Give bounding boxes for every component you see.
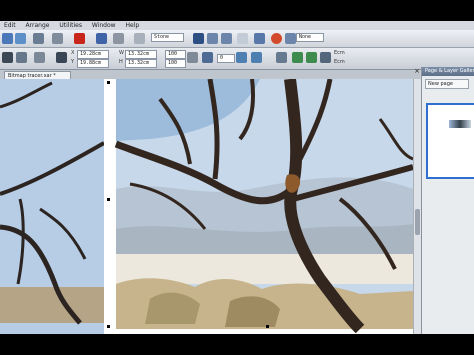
panel-close-icon[interactable]: × xyxy=(413,67,421,76)
drawing-canvas[interactable] xyxy=(0,79,413,334)
x-position-field[interactable]: 19.28cm xyxy=(77,50,109,59)
width-field[interactable]: 13.32cm xyxy=(125,50,157,59)
align-icon[interactable] xyxy=(34,52,45,63)
selection-handle[interactable] xyxy=(107,325,110,328)
zoom-page-icon[interactable] xyxy=(254,33,265,44)
copy-icon[interactable] xyxy=(52,33,63,44)
rotate-icon[interactable] xyxy=(202,52,213,63)
selection-handle[interactable] xyxy=(266,325,269,328)
standard-toolbar: Stone None xyxy=(0,30,474,48)
menu-help[interactable]: Help xyxy=(122,21,144,30)
panel-title: Page & Layer Gallery xyxy=(422,67,474,76)
menu-utilities[interactable]: Utilities xyxy=(55,21,86,30)
undo-icon[interactable] xyxy=(96,33,107,44)
text-option-2-label: Ecm xyxy=(334,59,345,65)
lock-aspect-icon[interactable] xyxy=(16,52,27,63)
record-icon[interactable] xyxy=(271,33,282,44)
zoom-drawing-icon[interactable] xyxy=(285,33,296,44)
import-icon[interactable] xyxy=(134,33,145,44)
image-gap xyxy=(104,79,116,334)
height-field[interactable]: 13.32cm xyxy=(125,59,157,68)
page-thumbnail[interactable] xyxy=(426,103,474,179)
selector-tool-icon[interactable] xyxy=(2,52,13,63)
rotation-field[interactable]: 0 xyxy=(217,54,235,63)
selection-handle[interactable] xyxy=(107,81,110,84)
save-icon[interactable] xyxy=(33,33,44,44)
w-label: W xyxy=(119,50,124,56)
menu-edit[interactable]: Edit xyxy=(0,21,20,30)
delete-icon[interactable] xyxy=(74,33,85,44)
selection-handle[interactable] xyxy=(107,198,110,201)
vertical-scrollbar[interactable] xyxy=(413,79,421,334)
send-back-icon[interactable] xyxy=(320,52,331,63)
new-document-icon[interactable] xyxy=(2,33,13,44)
scrollbar-thumb[interactable] xyxy=(415,209,420,235)
document-tab-strip: Bitmap tracer.xar * xyxy=(0,70,420,80)
video-letterbox-bottom xyxy=(0,334,474,355)
open-icon[interactable] xyxy=(15,33,26,44)
page-thumbnail-image xyxy=(449,120,471,128)
app-window: Edit Arrange Utilities Window Help Stone… xyxy=(0,21,474,334)
zoom-out-icon[interactable] xyxy=(221,33,232,44)
bring-front-icon[interactable] xyxy=(276,52,287,63)
move-forward-icon[interactable] xyxy=(292,52,303,63)
y-label: Y xyxy=(71,59,75,65)
menu-arrange[interactable]: Arrange xyxy=(22,21,54,30)
menu-bar: Edit Arrange Utilities Window Help xyxy=(0,21,474,30)
scale-x-field[interactable]: 100 xyxy=(165,50,186,59)
zoom-dropdown[interactable]: Stone xyxy=(151,33,184,42)
bitmap-artwork xyxy=(0,79,413,334)
move-backward-icon[interactable] xyxy=(306,52,317,63)
style-dropdown[interactable]: None xyxy=(296,33,324,42)
y-position-field[interactable]: 19.88cm xyxy=(77,59,109,68)
zoom-in-icon[interactable] xyxy=(207,33,218,44)
page-layer-gallery: Page & Layer Gallery × New page xyxy=(414,67,474,334)
video-letterbox-top xyxy=(0,0,474,21)
h-label: H xyxy=(119,59,123,65)
flip-vertical-icon[interactable] xyxy=(251,52,262,63)
menu-window[interactable]: Window xyxy=(88,21,120,30)
x-label: X xyxy=(71,50,75,56)
left-image-ground xyxy=(0,287,104,323)
flip-horizontal-icon[interactable] xyxy=(236,52,247,63)
grid-icon[interactable] xyxy=(56,52,67,63)
lock-scale-icon[interactable] xyxy=(187,52,198,63)
view-mode-icon[interactable] xyxy=(237,33,248,44)
text-option-1-label: Ecm xyxy=(334,50,345,56)
scale-y-field[interactable]: 100 xyxy=(165,59,186,68)
zoom-tool-icon[interactable] xyxy=(193,33,204,44)
new-page-button[interactable]: New page xyxy=(425,79,469,89)
infobar-toolbar: X 19.28cm Y 19.88cm W 13.32cm H 13.32cm … xyxy=(0,48,474,70)
redo-icon[interactable] xyxy=(113,33,124,44)
